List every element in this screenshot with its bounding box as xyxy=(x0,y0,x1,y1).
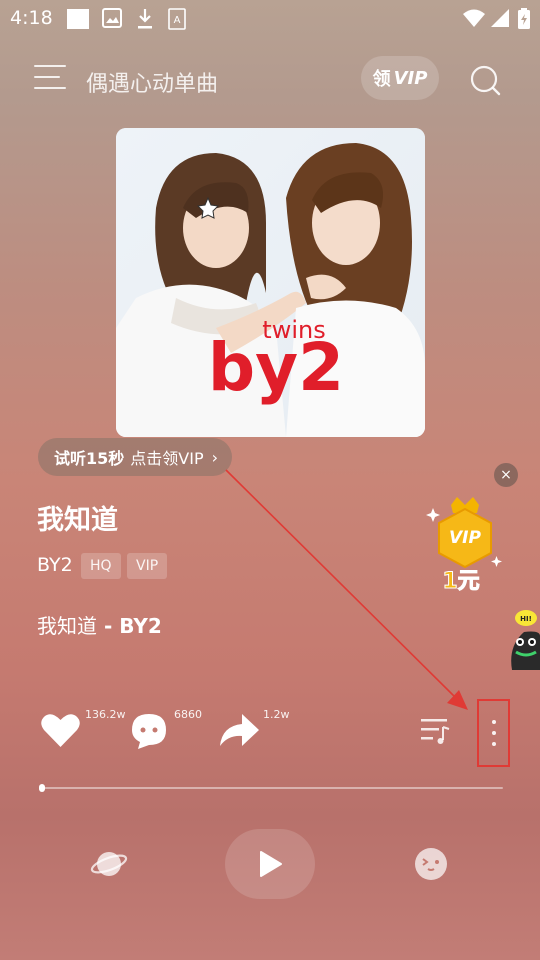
top-bar: 偶遇心动单曲 领 VIP xyxy=(0,50,540,110)
comment-count: 6860 xyxy=(174,708,202,721)
progress-bar[interactable] xyxy=(40,787,503,789)
playlist-icon[interactable] xyxy=(420,716,452,746)
trial-vip-banner[interactable]: 试听15秒 点击领VIP › xyxy=(38,438,233,476)
face-icon[interactable] xyxy=(414,847,448,881)
vip-promo-badge[interactable]: VIP 1元 xyxy=(425,495,505,595)
chevron-right-icon: › xyxy=(211,447,219,467)
planet-icon[interactable] xyxy=(90,846,128,882)
like-icon[interactable] xyxy=(40,712,81,748)
cellular-icon xyxy=(491,9,509,27)
text-icon: A xyxy=(168,8,186,30)
mascot-widget[interactable]: HI! xyxy=(508,606,540,670)
lyric-separator: - xyxy=(97,614,120,638)
album-cover[interactable]: twins by2 xyxy=(116,128,425,437)
like-count: 136.2w xyxy=(85,708,126,721)
lyric-title: 我知道 xyxy=(37,614,97,638)
comment-icon[interactable] xyxy=(130,712,168,750)
lyric-line: 我知道 - BY2 xyxy=(37,610,162,639)
claim-vip-button[interactable]: 领 VIP xyxy=(361,56,439,100)
status-time: 4:18 xyxy=(10,7,53,29)
mascot-greeting: HI! xyxy=(520,615,532,623)
trial-cta: 点击领VIP xyxy=(130,449,204,468)
claim-vip-word: VIP xyxy=(393,67,428,89)
play-button[interactable] xyxy=(225,829,315,899)
wifi-icon xyxy=(463,9,485,27)
image-icon xyxy=(102,8,122,28)
search-icon[interactable] xyxy=(468,63,502,97)
trial-duration: 试听15秒 xyxy=(54,449,125,468)
share-icon[interactable] xyxy=(218,712,260,748)
status-bar: 4:18 A xyxy=(0,0,540,36)
more-options-button[interactable] xyxy=(477,699,510,767)
download-icon xyxy=(138,9,152,29)
lyric-artist: BY2 xyxy=(119,614,162,638)
vip-tag: VIP xyxy=(127,553,168,579)
page-title: 偶遇心动单曲 xyxy=(86,72,219,97)
play-icon xyxy=(260,851,282,877)
promo-close-button[interactable]: × xyxy=(494,463,518,487)
menu-button[interactable] xyxy=(34,64,66,92)
battery-icon xyxy=(518,8,530,29)
svg-text:A: A xyxy=(174,15,181,26)
artist-name[interactable]: BY2 xyxy=(37,554,73,576)
promo-badge-vip: VIP xyxy=(449,528,481,548)
share-count: 1.2w xyxy=(263,708,290,721)
progress-knob[interactable] xyxy=(39,784,45,792)
album-art: twins by2 xyxy=(116,128,425,437)
notification-square-icon xyxy=(67,9,89,29)
promo-badge-price: 1元 xyxy=(442,569,479,594)
cover-logo-big: by2 xyxy=(208,329,344,406)
hq-tag: HQ xyxy=(81,553,121,579)
song-title: 我知道 xyxy=(37,505,118,536)
claim-vip-prefix: 领 xyxy=(372,69,391,90)
